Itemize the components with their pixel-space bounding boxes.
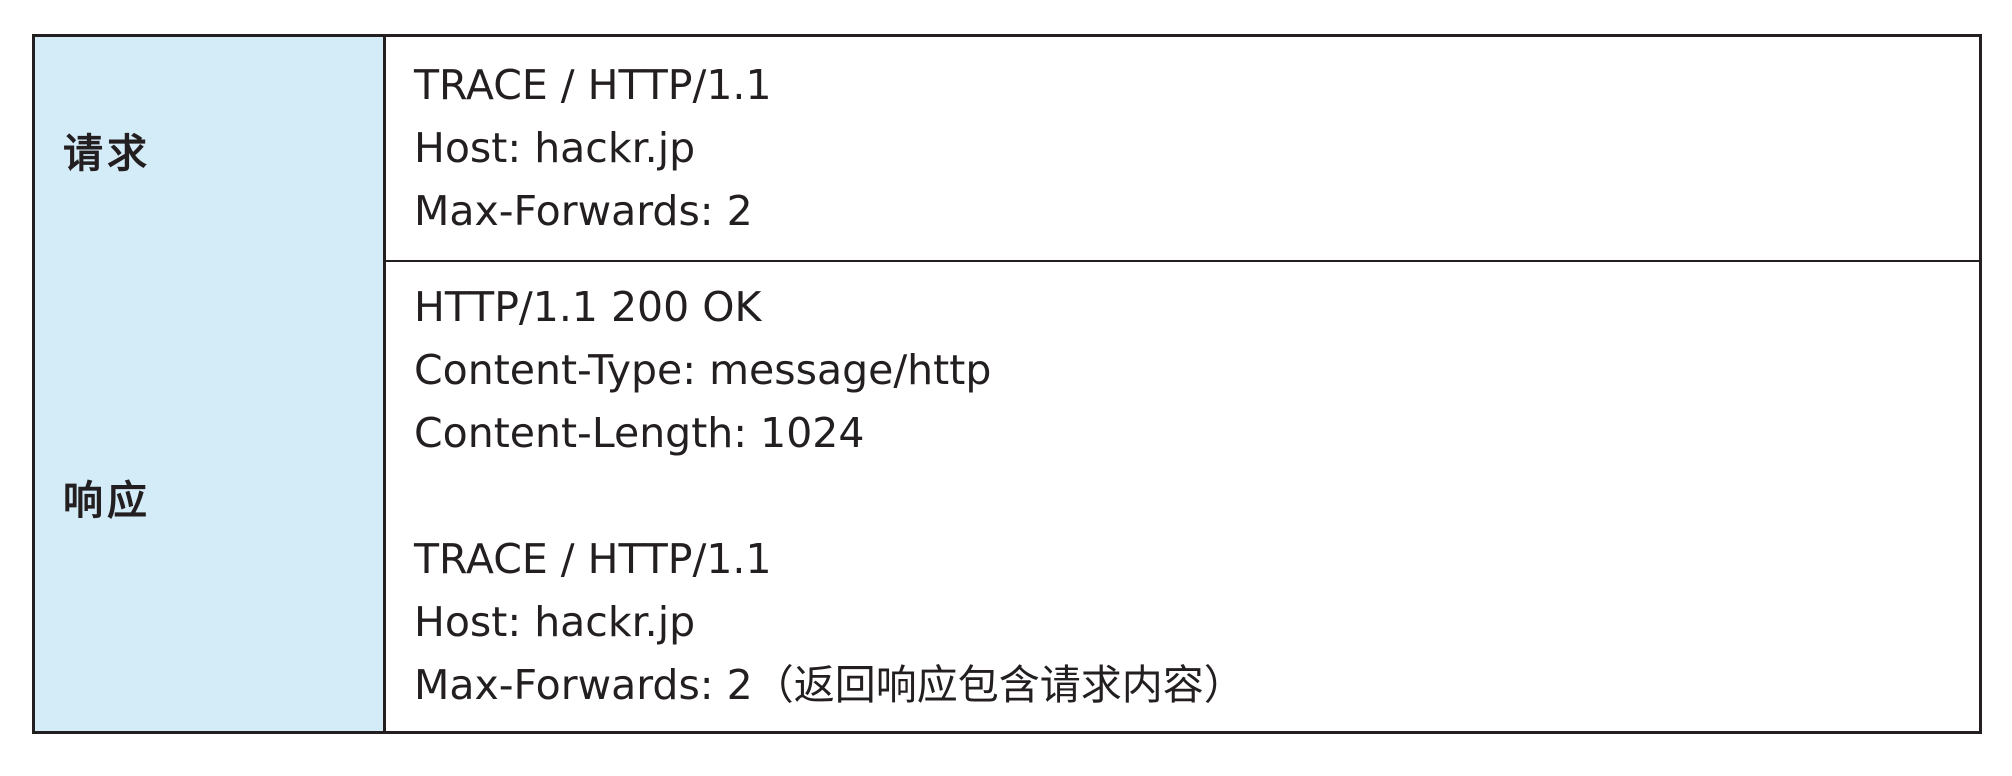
response-label-cell: 响应	[35, 262, 386, 731]
response-content-type-header: Content-Type: message/http	[414, 346, 992, 394]
response-blank-line	[414, 465, 1979, 528]
response-content-cell: HTTP/1.1 200 OK Content-Type: message/ht…	[386, 262, 1979, 731]
response-label: 响应	[63, 477, 151, 524]
request-line: TRACE / HTTP/1.1	[414, 61, 772, 109]
request-host-header: Host: hackr.jp	[414, 124, 696, 172]
trace-request-response-table: 请求 TRACE / HTTP/1.1 Host: hackr.jp Max-F…	[32, 34, 1982, 734]
response-body-max-forwards-header: Max-Forwards: 2（返回响应包含请求内容）	[414, 661, 1245, 709]
response-body-host-header: Host: hackr.jp	[414, 598, 696, 646]
response-status-line: HTTP/1.1 200 OK	[414, 283, 762, 331]
response-content-length-header: Content-Length: 1024	[414, 409, 865, 457]
request-label-cell: 请求	[35, 37, 386, 262]
request-content-cell: TRACE / HTTP/1.1 Host: hackr.jp Max-Forw…	[386, 37, 1979, 262]
request-max-forwards-header: Max-Forwards: 2	[414, 187, 753, 235]
response-body-request-line: TRACE / HTTP/1.1	[414, 535, 772, 583]
request-label: 请求	[63, 130, 151, 177]
